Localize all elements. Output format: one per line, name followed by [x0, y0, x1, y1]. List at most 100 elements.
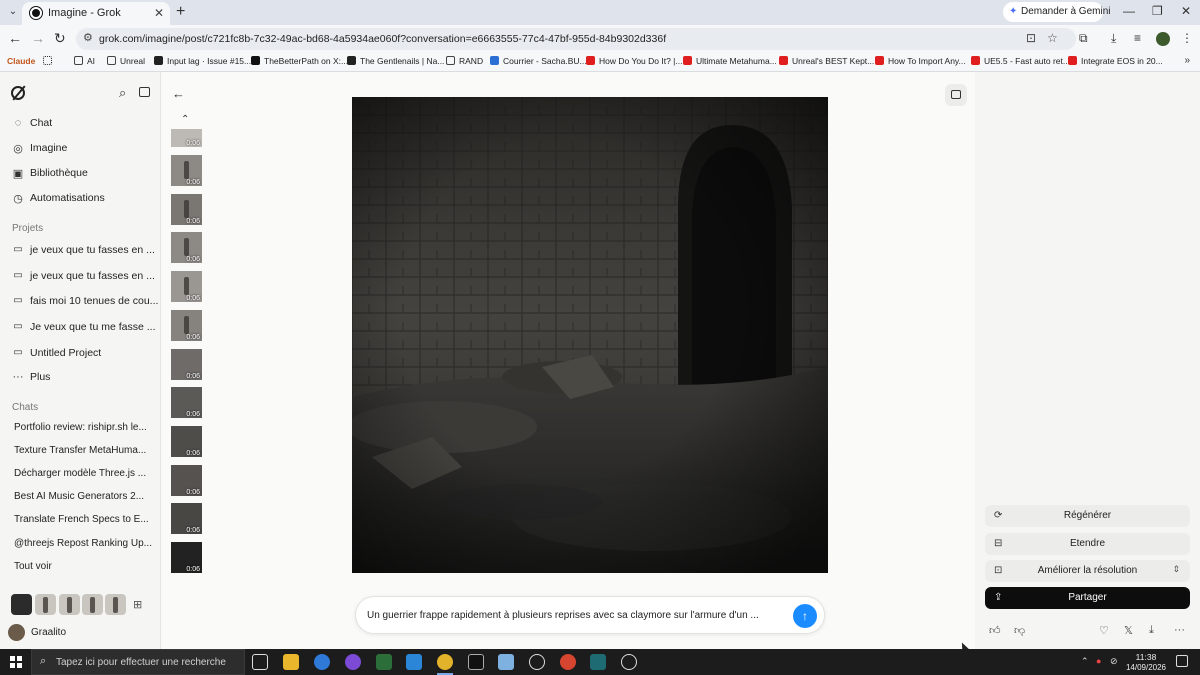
chat-history-item[interactable]: Portfolio review: rishipr.sh le...	[14, 422, 154, 433]
x-share-icon[interactable]: 𝕏	[1124, 624, 1133, 637]
search-icon[interactable]: ⌕	[119, 85, 126, 101]
chat-history-item[interactable]: Décharger modèle Three.js ...	[14, 468, 154, 479]
install-app-icon[interactable]: ⊡	[1026, 31, 1036, 45]
project-item[interactable]: ▭ fais moi 10 tenues de cou...	[0, 291, 160, 313]
new-tab-plus-icon[interactable]: +	[176, 3, 185, 21]
video-thumbnail[interactable]: 0:06	[171, 426, 202, 457]
bookmark-courrier[interactable]: Courrier - Sacha.BU...	[490, 56, 587, 66]
tab-search-chevron-icon[interactable]: ⌄	[5, 4, 21, 20]
notification-icon[interactable]	[1176, 655, 1188, 667]
omnibox[interactable]: ⚙ grok.com/imagine/post/c721fc8b-7c32-49…	[76, 28, 1076, 50]
video-thumbnail[interactable]: 0:06	[171, 310, 202, 341]
site-info-icon[interactable]: ⚙	[83, 31, 93, 44]
bookmark-gentlenails[interactable]: The Gentlenails | Na...	[347, 56, 444, 66]
chat-history-item[interactable]: @threejs Repost Ranking Up...	[14, 538, 154, 549]
sidebar-item-chat[interactable]: ◌ Chat	[0, 113, 160, 135]
terminal-icon[interactable]	[468, 654, 484, 670]
video-thumbnail[interactable]: 0:06	[171, 129, 202, 147]
bookmark-integrate-eos[interactable]: Integrate EOS in 20...	[1068, 56, 1163, 66]
share-button[interactable]: ⇪ Partager	[985, 587, 1190, 609]
bookmarks-overflow-icon[interactable]: »	[1184, 55, 1190, 66]
recent-media-thumb[interactable]	[11, 594, 32, 615]
reload-icon[interactable]: ↻	[54, 30, 66, 47]
project-item[interactable]: ▭ je veux que tu fasses en ...	[0, 266, 160, 288]
bookmark-how-do-you[interactable]: How Do You Do It? |...	[586, 56, 682, 66]
media-control-icon[interactable]: ≡	[1134, 31, 1141, 45]
url-text[interactable]: grok.com/imagine/post/c721fc8b-7c32-49ac…	[99, 33, 666, 45]
upscale-button[interactable]: ⊡ Améliorer la résolution ⇕	[985, 560, 1190, 582]
regenerate-button[interactable]: ⟳ Régénérer	[985, 505, 1190, 527]
extensions-icon[interactable]: ⧉	[1079, 31, 1088, 46]
app-icon-lightblue[interactable]	[498, 654, 514, 670]
app-icon-blue[interactable]	[314, 654, 330, 670]
taskbar-clock[interactable]: 11:38 14/09/2026	[1125, 652, 1167, 672]
projects-more-button[interactable]: ··· Plus	[0, 367, 160, 389]
see-all-chats-link[interactable]: Tout voir	[14, 561, 154, 572]
recent-media-thumb[interactable]	[105, 594, 126, 615]
chrome-icon[interactable]	[560, 654, 576, 670]
thumbs-up-icon[interactable]: 👍︎	[989, 624, 1001, 637]
app-icon-green[interactable]	[376, 654, 392, 670]
bookmark-ultimate-metahuman[interactable]: Ultimate Metahuma...	[683, 56, 777, 66]
bookmark-apps-grid[interactable]	[43, 56, 56, 66]
grid-view-icon[interactable]: ⊞	[133, 598, 142, 611]
chat-history-item[interactable]: Best AI Music Generators 2...	[14, 491, 154, 502]
sidebar-item-automations[interactable]: ◷ Automatisations	[0, 188, 160, 210]
bookmark-unreal-best-kept[interactable]: Unreal's BEST Kept...	[779, 56, 874, 66]
back-arrow-icon[interactable]: ←	[172, 86, 185, 101]
generated-image[interactable]	[352, 97, 828, 573]
project-item[interactable]: ▭ je veux que tu fasses en ...	[0, 240, 160, 262]
video-thumbnail[interactable]: 0:06	[171, 232, 202, 263]
bookmark-thebetterpath[interactable]: TheBetterPath on X:...	[251, 56, 348, 66]
chat-history-item[interactable]: Translate French Specs to E...	[14, 514, 154, 525]
chrome-menu-icon[interactable]: ⋮	[1181, 31, 1193, 45]
network-icon[interactable]: ⊘	[1110, 656, 1118, 667]
download-icon[interactable]: ⤓	[1149, 624, 1154, 637]
video-thumbnail[interactable]: 0:06	[171, 503, 202, 534]
minimize-icon[interactable]: —	[1123, 4, 1135, 18]
video-thumbnail[interactable]: 0:06	[171, 271, 202, 302]
bookmark-folder-ai[interactable]: AI	[74, 56, 95, 66]
recent-media-thumb[interactable]	[82, 594, 103, 615]
video-thumbnail[interactable]: 0:06	[171, 155, 202, 186]
project-item[interactable]: ▭ Je veux que tu me fasse ...	[0, 317, 160, 339]
grok-logo-icon[interactable]	[11, 86, 25, 100]
tray-app-icon[interactable]: ●	[1096, 656, 1101, 666]
bookmark-how-to-import[interactable]: How To Import Any...	[875, 56, 966, 66]
restore-icon[interactable]: ❐	[1152, 4, 1163, 18]
video-thumbnail[interactable]: 0:06	[171, 387, 202, 418]
tab-close-icon[interactable]: ✕	[154, 6, 164, 20]
task-view-icon[interactable]	[252, 654, 268, 670]
extend-button[interactable]: ⊟ Etendre	[985, 533, 1190, 555]
heart-icon[interactable]: ♡	[1099, 624, 1109, 637]
bookmark-folder-unreal[interactable]: Unreal	[107, 56, 145, 66]
sidebar-item-library[interactable]: ▣ Bibliothèque	[0, 163, 160, 185]
bookmark-ue55[interactable]: UE5.5 - Fast auto ret...	[971, 56, 1070, 66]
send-arrow-button[interactable]: ↑	[793, 604, 817, 628]
video-thumbnail[interactable]: 0:06	[171, 349, 202, 380]
close-window-icon[interactable]: ✕	[1181, 4, 1191, 18]
panel-toggle-button[interactable]	[945, 84, 967, 106]
file-explorer-icon[interactable]	[283, 654, 299, 670]
forward-arrow-icon[interactable]: →	[31, 30, 45, 46]
unreal-icon[interactable]	[621, 654, 637, 670]
taskbar-search-box[interactable]: ⌕ Tapez ici pour effectuer une recherche	[31, 649, 245, 675]
bookmark-claude[interactable]: Claude	[7, 56, 35, 66]
recent-media-thumb[interactable]	[35, 594, 56, 615]
profile-avatar[interactable]	[1156, 32, 1170, 46]
prompt-input[interactable]: Un guerrier frappe rapidement à plusieur…	[355, 596, 825, 634]
vscode-icon[interactable]	[406, 654, 422, 670]
thumbs-down-icon[interactable]: 👎︎	[1014, 624, 1025, 637]
bookmark-input-lag[interactable]: Input lag · Issue #15...	[154, 56, 251, 66]
video-thumbnail[interactable]: 0:06	[171, 465, 202, 496]
downloads-icon[interactable]: ⤓	[1111, 31, 1116, 46]
browser-tab-active[interactable]: Imagine - Grok ✕	[22, 2, 170, 25]
project-item[interactable]: ▭ Untitled Project	[0, 343, 160, 365]
prompt-text[interactable]: Un guerrier frappe rapidement à plusieur…	[367, 610, 777, 621]
bookmark-star-icon[interactable]: ☆	[1047, 31, 1058, 45]
sidebar-item-imagine[interactable]: ◎ Imagine	[0, 138, 160, 160]
app-icon-purple[interactable]	[345, 654, 361, 670]
bookmark-rand[interactable]: RAND	[446, 56, 483, 66]
more-options-icon[interactable]: ···	[1174, 624, 1185, 636]
app-icon-teal[interactable]	[590, 654, 606, 670]
